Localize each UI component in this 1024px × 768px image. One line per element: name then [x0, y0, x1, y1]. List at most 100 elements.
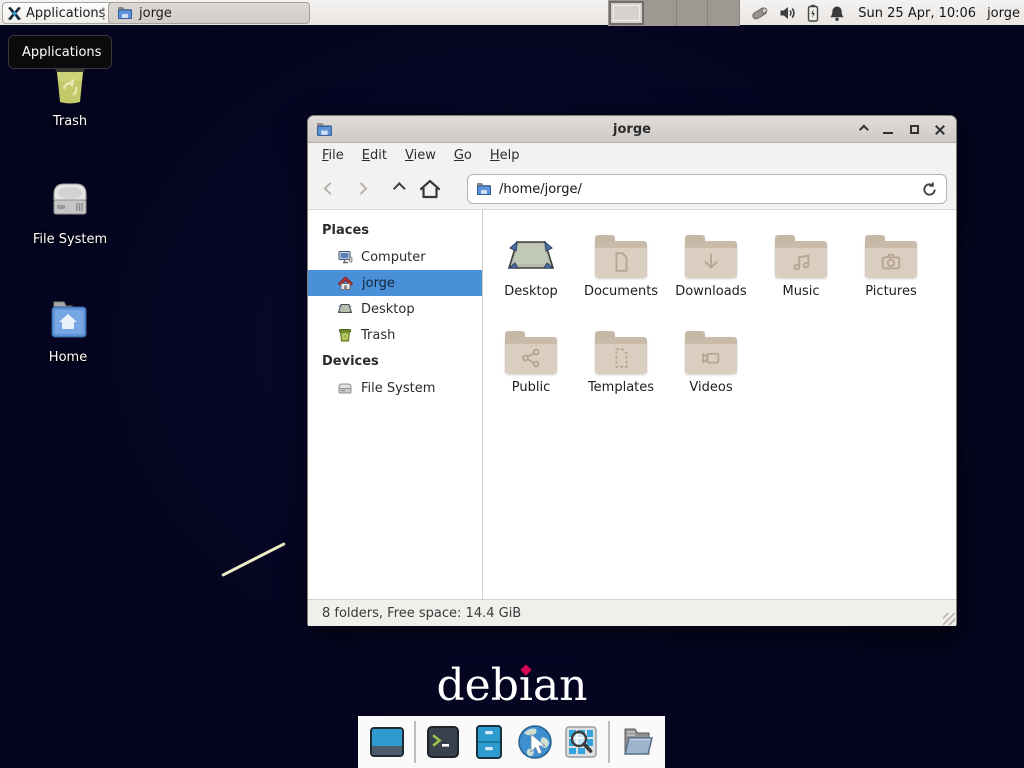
file-manager-window: jorge File Edit View Go Help	[307, 115, 957, 625]
maximize-button[interactable]	[908, 124, 920, 136]
tooltip-text: Applications	[22, 45, 101, 60]
desktop-background: Applications jorge	[0, 0, 1024, 768]
menu-edit[interactable]: Edit	[353, 145, 396, 166]
status-text: 8 folders, Free space: 14.4 GiB	[322, 606, 521, 621]
file-item-label: Pictures	[865, 284, 916, 299]
file-item-public[interactable]: Public	[486, 320, 576, 412]
workspace-1[interactable]	[609, 1, 644, 25]
back-button[interactable]	[314, 175, 342, 203]
desktop-icon-label: Trash	[14, 114, 126, 129]
sidebar-item-label: Computer	[361, 250, 426, 265]
sidebar-item-label: File System	[361, 381, 435, 396]
file-item-templates[interactable]: Templates	[576, 320, 666, 412]
home-icon	[419, 179, 441, 199]
path-folder-icon	[476, 182, 492, 196]
file-item-label: Videos	[689, 380, 732, 395]
battery-icon[interactable]	[806, 4, 820, 22]
file-item-label: Music	[783, 284, 820, 299]
system-tray: Sun 25 Apr, 10:06 jorge	[750, 0, 1020, 26]
reload-icon[interactable]	[921, 181, 938, 198]
web-browser-icon[interactable]	[516, 723, 554, 761]
xfce-logo-icon	[7, 6, 22, 21]
bottom-dock	[358, 716, 665, 768]
workspace-4[interactable]	[708, 0, 740, 26]
sidebar-item-desktop[interactable]: Desktop	[308, 296, 482, 322]
menu-go[interactable]: Go	[445, 145, 481, 166]
desktop-icon-file-system[interactable]: File System	[14, 176, 126, 247]
applications-menu-button[interactable]: Applications	[2, 2, 114, 24]
applications-tooltip: Applications	[8, 35, 112, 69]
window-titlebar[interactable]: jorge	[308, 116, 956, 143]
close-button[interactable]	[934, 124, 946, 136]
file-item-label: Downloads	[675, 284, 746, 299]
trash-icon	[337, 327, 353, 343]
file-item-music[interactable]: Music	[756, 224, 846, 316]
sidebar-places-header: Places	[308, 217, 482, 244]
menu-view[interactable]: View	[396, 145, 445, 166]
sidebar-item-label: Trash	[361, 328, 395, 343]
menu-bar: File Edit View Go Help	[308, 143, 956, 168]
sidebar-item-file-system[interactable]: File System	[308, 375, 482, 401]
file-item-documents[interactable]: Documents	[576, 224, 666, 316]
menu-file[interactable]: File	[313, 145, 353, 166]
desktop-icon-label: Home	[12, 350, 124, 365]
file-item-pictures[interactable]: Pictures	[846, 224, 936, 316]
applications-menu-label: Applications	[26, 6, 105, 21]
debian-logo: debıan	[0, 660, 1024, 711]
file-icon-view[interactable]: Desktop Documents	[483, 210, 956, 599]
file-item-label: Public	[512, 380, 550, 395]
window-controls	[856, 116, 946, 143]
desktop-icon-home[interactable]: Home	[12, 296, 124, 365]
clock[interactable]: Sun 25 Apr, 10:06	[858, 6, 976, 21]
sidebar-item-jorge[interactable]: jorge	[308, 270, 482, 296]
location-bar[interactable]: /home/jorge/	[467, 174, 947, 204]
username-menu[interactable]: jorge	[987, 6, 1020, 21]
path-text[interactable]: /home/jorge/	[499, 182, 921, 197]
window-content: Places Computer	[308, 210, 956, 599]
forward-button[interactable]	[348, 175, 376, 203]
menu-help[interactable]: Help	[481, 145, 529, 166]
file-item-downloads[interactable]: Downloads	[666, 224, 756, 316]
home-icon	[337, 275, 354, 291]
show-desktop-icon[interactable]	[368, 723, 406, 761]
minimize-button[interactable]	[882, 124, 894, 136]
file-item-label: Documents	[584, 284, 658, 299]
panel-separator-handle	[102, 6, 105, 20]
up-button[interactable]	[382, 175, 410, 203]
sidebar-item-label: jorge	[362, 276, 395, 291]
sidebar-devices-header: Devices	[308, 348, 482, 375]
dock-separator	[414, 721, 416, 763]
file-item-label: Desktop	[504, 284, 558, 299]
pictures-folder-icon	[865, 235, 917, 278]
download-folder-icon	[685, 235, 737, 278]
desktop-icon-label: File System	[14, 232, 126, 247]
dock-separator	[608, 721, 610, 763]
desktop-icon	[337, 301, 353, 317]
music-folder-icon	[775, 235, 827, 278]
shade-button[interactable]	[856, 124, 868, 136]
home-button[interactable]	[416, 175, 444, 203]
workspace-3[interactable]	[677, 0, 709, 26]
document-folder-icon	[595, 235, 647, 278]
stray-line-artifact	[221, 542, 286, 577]
sidebar-item-computer[interactable]: Computer	[308, 244, 482, 270]
sidebar: Places Computer	[308, 210, 483, 599]
file-manager-icon[interactable]	[470, 723, 508, 761]
notifications-bell-icon[interactable]	[829, 5, 845, 22]
taskbar-window-label: jorge	[139, 6, 172, 21]
workspace-switcher[interactable]	[608, 0, 740, 26]
mouse-indicator-icon[interactable]	[750, 4, 770, 22]
top-panel: Applications jorge	[0, 0, 1024, 26]
forward-icon	[354, 182, 367, 195]
volume-icon[interactable]	[779, 5, 797, 21]
workspace-2[interactable]	[645, 0, 677, 26]
file-item-label: Templates	[588, 380, 654, 395]
templates-folder-icon	[595, 331, 647, 374]
taskbar-window-button[interactable]: jorge	[108, 2, 310, 24]
file-item-desktop[interactable]: Desktop	[486, 224, 576, 316]
directory-menu-icon[interactable]	[618, 723, 656, 761]
terminal-icon[interactable]	[424, 723, 462, 761]
application-finder-icon[interactable]	[562, 723, 600, 761]
sidebar-item-trash[interactable]: Trash	[308, 322, 482, 348]
file-item-videos[interactable]: Videos	[666, 320, 756, 412]
